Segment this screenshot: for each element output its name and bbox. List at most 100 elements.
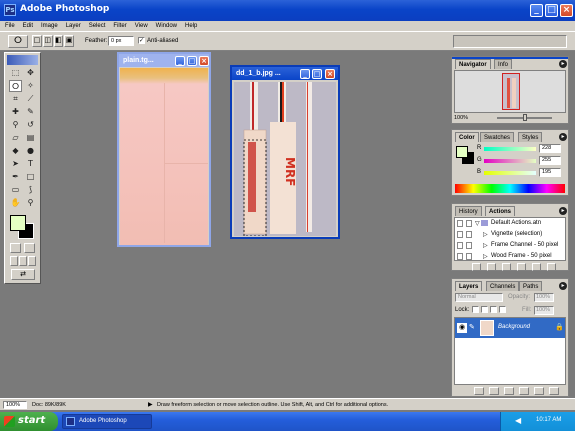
menu-filter[interactable]: Filter — [113, 23, 126, 29]
doc-close-button[interactable]: × — [199, 56, 209, 66]
zoom-tool-icon[interactable]: ⚲ — [24, 197, 37, 209]
palette-well[interactable] — [453, 35, 567, 48]
jump-to-imageready-icon[interactable]: ⇄ — [11, 269, 35, 280]
menu-layer[interactable]: Layer — [66, 23, 81, 29]
brush-tool-icon[interactable]: ✎ — [24, 106, 37, 118]
quick-mask-icon[interactable] — [24, 243, 35, 253]
new-set-icon[interactable] — [517, 263, 526, 271]
close-button[interactable]: × — [560, 4, 573, 17]
toggle-checkbox[interactable] — [457, 231, 463, 238]
new-set-icon[interactable] — [504, 387, 514, 395]
plain-wood-canvas[interactable] — [120, 68, 208, 245]
channel-r-input[interactable]: 228 — [539, 144, 561, 153]
doc-maximize-button[interactable]: □ — [187, 56, 197, 66]
tab-info[interactable]: Info — [494, 59, 513, 69]
volume-icon[interactable]: ◀ — [515, 416, 521, 425]
palette-menu-icon[interactable]: ▸ — [559, 60, 567, 68]
document-title-bar[interactable]: dd_1_b.jpg ... — [232, 67, 338, 80]
expand-triangle-icon[interactable]: ▷ — [483, 231, 488, 238]
toggle-checkbox[interactable] — [457, 253, 463, 260]
palette-menu-icon[interactable]: ▸ — [559, 207, 567, 215]
new-layer-icon[interactable] — [534, 387, 544, 395]
lock-all-checkbox[interactable] — [499, 306, 506, 313]
marquee-tool-icon[interactable]: ⬚ — [9, 67, 22, 79]
intersect-selection-icon[interactable]: ▣ — [64, 35, 74, 47]
channel-r-slider[interactable] — [484, 147, 536, 151]
tab-swatches[interactable]: Swatches — [480, 132, 515, 142]
shape-tool-icon[interactable]: □ — [24, 171, 37, 183]
fill-input[interactable]: 100% — [534, 306, 554, 315]
visibility-eye-icon[interactable]: ◉ — [457, 323, 467, 333]
dialog-toggle-checkbox[interactable] — [466, 253, 472, 260]
eraser-tool-icon[interactable]: ▱ — [9, 132, 22, 144]
status-menu-arrow-icon[interactable]: ▶ — [148, 401, 153, 408]
channel-b-slider[interactable] — [484, 171, 536, 175]
feather-input[interactable]: 0 px — [108, 36, 134, 46]
crop-tool-icon[interactable]: ⌗ — [9, 93, 22, 105]
notes-tool-icon[interactable]: ▭ — [9, 184, 22, 196]
action-row[interactable]: ▷ Wood Frame - 50 pixel — [455, 252, 565, 262]
action-row[interactable]: ▷ Vignette (selection) — [455, 230, 565, 240]
eyedropper-tool-icon[interactable]: ⟆ — [24, 184, 37, 196]
doc-minimize-button[interactable]: _ — [175, 56, 185, 66]
menu-help[interactable]: Help — [185, 23, 197, 29]
new-selection-icon[interactable]: □ — [32, 35, 42, 47]
navigator-view-box[interactable] — [502, 73, 520, 110]
tab-paths[interactable]: Paths — [519, 281, 543, 291]
channel-g-input[interactable]: 255 — [539, 156, 561, 165]
new-action-icon[interactable] — [532, 263, 541, 271]
lasso-tool-icon[interactable]: ⵔ — [9, 80, 22, 92]
standard-screen-icon[interactable] — [10, 256, 18, 266]
magic-wand-tool-icon[interactable]: ✧ — [24, 80, 37, 92]
trash-icon[interactable] — [547, 263, 556, 271]
doc-minimize-button[interactable]: _ — [300, 69, 310, 79]
menu-view[interactable]: View — [135, 23, 148, 29]
status-doc-info[interactable]: Doc: 89K/89K — [32, 402, 66, 408]
tab-navigator[interactable]: Navigator — [455, 59, 491, 69]
tab-layers[interactable]: Layers — [455, 281, 483, 291]
channel-b-input[interactable]: 195 — [539, 168, 561, 177]
menu-select[interactable]: Select — [89, 23, 106, 29]
minimize-button[interactable]: _ — [530, 4, 543, 17]
full-screen-menu-icon[interactable] — [19, 256, 27, 266]
expand-triangle-icon[interactable]: ▽ — [475, 220, 480, 227]
tab-actions[interactable]: Actions — [485, 206, 516, 216]
lock-transparency-checkbox[interactable] — [472, 306, 479, 313]
channel-g-slider[interactable] — [484, 159, 536, 163]
lasso-preset-icon[interactable]: ⵔ — [8, 35, 28, 48]
stop-recording-icon[interactable] — [472, 263, 481, 271]
opacity-input[interactable]: 100% — [534, 293, 554, 302]
tab-channels[interactable]: Channels — [486, 281, 520, 291]
blend-mode-select[interactable]: Normal — [455, 293, 503, 302]
new-adjustment-layer-icon[interactable] — [519, 387, 529, 395]
navigator-zoom-value[interactable]: 100% — [454, 115, 468, 121]
layer-style-icon[interactable] — [474, 387, 484, 395]
action-row[interactable]: ▽ Default Actions.atn — [455, 219, 565, 229]
clone-stamp-tool-icon[interactable]: ⚲ — [9, 119, 22, 131]
tab-color[interactable]: Color — [455, 132, 479, 142]
menu-image[interactable]: Image — [41, 23, 58, 29]
blur-tool-icon[interactable]: ◆ — [9, 145, 22, 157]
maximize-button[interactable]: □ — [545, 4, 558, 17]
history-brush-tool-icon[interactable]: ↺ — [24, 119, 37, 131]
hand-tool-icon[interactable]: ✋ — [9, 197, 22, 209]
action-row[interactable]: ▷ Frame Channel - 50 pixel — [455, 241, 565, 251]
tab-history[interactable]: History — [455, 206, 482, 216]
toggle-checkbox[interactable] — [457, 242, 463, 249]
brush-link-icon[interactable]: ✎ — [469, 323, 475, 331]
doc-close-button[interactable]: × — [325, 69, 335, 79]
slice-tool-icon[interactable]: ⟋ — [24, 93, 37, 105]
dialog-toggle-checkbox[interactable] — [466, 231, 472, 238]
palette-menu-icon[interactable]: ▸ — [559, 133, 567, 141]
navigator-zoom-slider[interactable] — [497, 114, 552, 121]
color-spectrum-bar[interactable] — [455, 184, 565, 193]
play-icon[interactable] — [502, 263, 511, 271]
clock[interactable]: 10:17 AM — [536, 417, 561, 423]
navigator-preview[interactable] — [454, 70, 566, 113]
add-selection-icon[interactable]: ◫ — [42, 35, 53, 47]
doc-maximize-button[interactable]: □ — [312, 69, 322, 79]
start-button[interactable]: start — [0, 412, 58, 431]
status-zoom-input[interactable]: 100% — [3, 401, 27, 409]
add-mask-icon[interactable] — [489, 387, 499, 395]
expand-triangle-icon[interactable]: ▷ — [483, 242, 488, 249]
